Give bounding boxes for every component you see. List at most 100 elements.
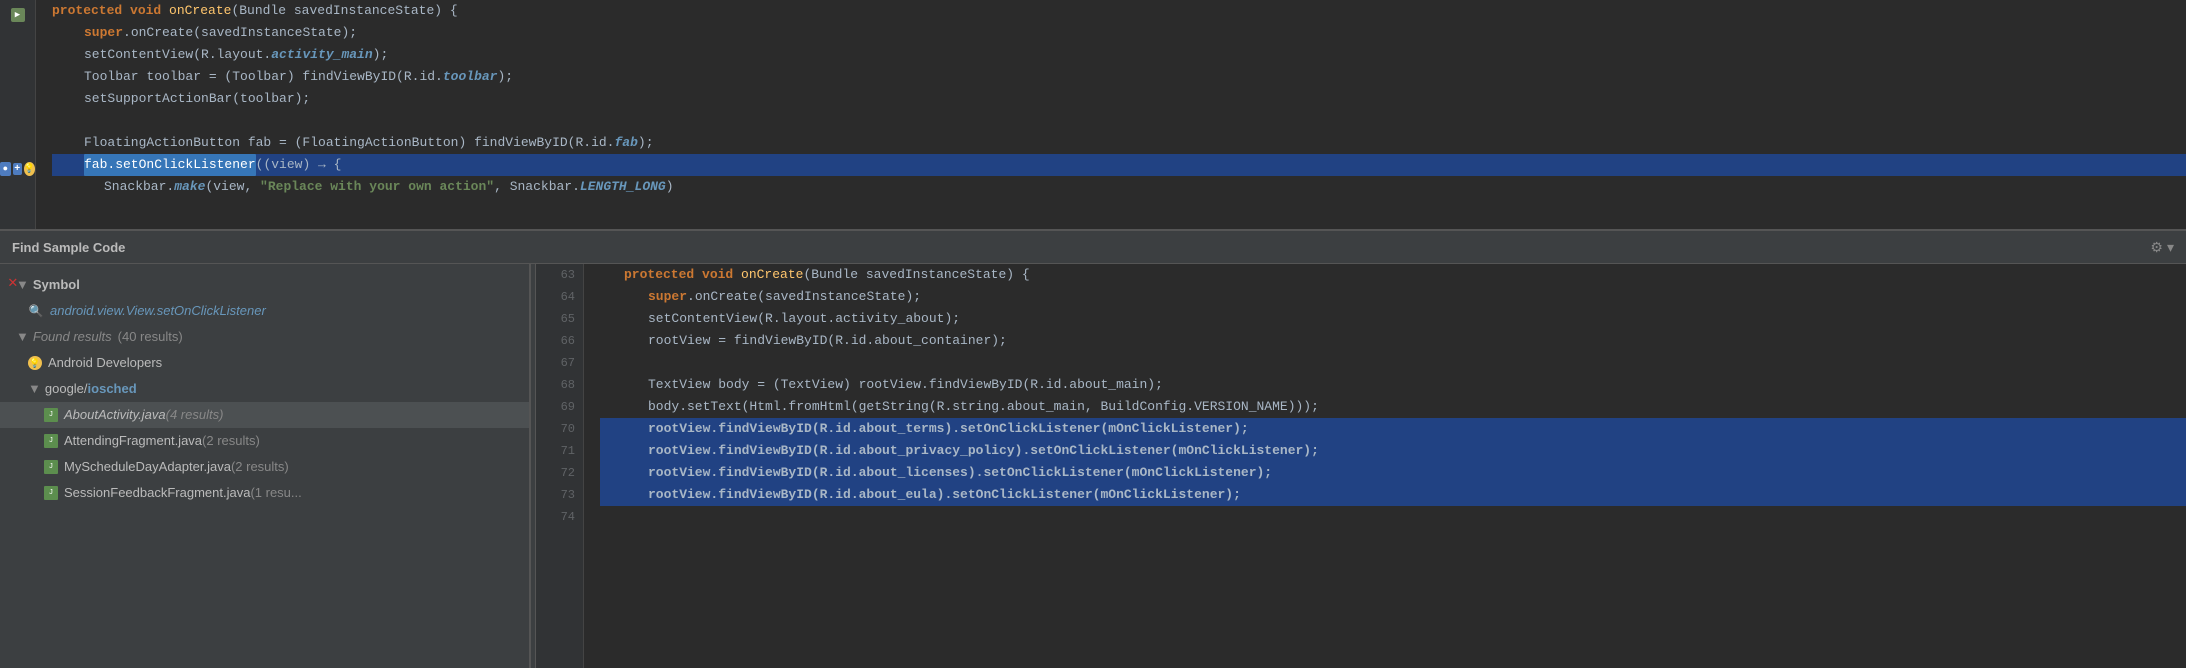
bottom-panel: ✕ ▼ Symbol 🔍 android.view.View.setOnClic…	[0, 264, 2186, 668]
code-panel-content: protected void onCreate(Bundle savedInst…	[584, 264, 2186, 668]
code-68: TextView body = (TextView) rootView.find…	[648, 374, 1163, 396]
code-71: rootView.findViewByID(R.id.about_privacy…	[648, 440, 1319, 462]
file-myschedule-adapter[interactable]: J MyScheduleDayAdapter.java (2 results)	[0, 454, 529, 480]
italic-toolbar: toolbar	[443, 66, 498, 88]
code-text: )	[666, 176, 674, 198]
code-line-7: fab.setOnClickListener((view) → {	[52, 154, 2186, 176]
panel-line-63: protected void onCreate(Bundle savedInst…	[600, 264, 2186, 286]
kw-super-64: super	[648, 286, 687, 308]
close-button[interactable]: ✕	[8, 272, 18, 292]
gear-dropdown-icon: ▾	[2167, 239, 2174, 256]
line-num-73: 73	[561, 484, 575, 506]
gear-icon: ⚙	[2150, 239, 2163, 256]
keyword-protected: protected	[52, 0, 130, 22]
code-panel: 63 64 65 66 67 68 69 70 71 72 73 74 prot…	[536, 264, 2186, 668]
add-icon[interactable]: +	[13, 163, 22, 175]
code-text: setSupportActionBar(toolbar);	[84, 88, 310, 110]
android-developers-row[interactable]: 💡 Android Developers	[0, 350, 529, 376]
gutter-icons: ▶ ● + 💡	[0, 0, 36, 229]
symbol-row: ▼ Symbol	[0, 272, 529, 298]
panel-line-74	[600, 506, 2186, 528]
file-attending-results: (2 results)	[202, 431, 260, 451]
file-about-activity[interactable]: J AboutActivity.java (4 results)	[0, 402, 529, 428]
code-text: Toolbar toolbar = (Toolbar) findViewByID…	[84, 66, 443, 88]
debug-icon: ▶	[11, 8, 25, 22]
code-text: setContentView(R.layout.	[84, 44, 271, 66]
gutter-icon-row-8	[0, 180, 35, 202]
code-text: );	[373, 44, 389, 66]
file-about-name: AboutActivity.java	[64, 405, 166, 425]
line-num-63: 63	[561, 264, 575, 286]
panel-line-72: rootView.findViewByID(R.id.about_license…	[600, 462, 2186, 484]
code-text: FloatingActionButton fab = (FloatingActi…	[84, 132, 615, 154]
line-num-64: 64	[561, 286, 575, 308]
file-icon-attending: J	[44, 434, 58, 448]
selected-method: fab.setOnClickListener	[84, 154, 256, 176]
gutter-icon-row-7: ● + 💡	[0, 158, 35, 180]
string-action: "Replace with your own action"	[260, 176, 494, 198]
code-line-1: super.onCreate(savedInstanceState);	[52, 22, 2186, 44]
file-attending-name: AttendingFragment.java	[64, 431, 202, 451]
code-65: setContentView(R.layout.activity_about);	[648, 308, 960, 330]
file-session-name: SessionFeedbackFragment.java	[64, 483, 250, 503]
panel-line-70: rootView.findViewByID(R.id.about_terms).…	[600, 418, 2186, 440]
gutter-icon-row-3	[0, 70, 35, 92]
bulb-icon[interactable]: 💡	[24, 162, 35, 176]
line-num-68: 68	[561, 374, 575, 396]
code-69: body.setText(Html.fromHtml(getString(R.s…	[648, 396, 1319, 418]
panel-line-64: super.onCreate(savedInstanceState);	[600, 286, 2186, 308]
italic-activity-main: activity_main	[271, 44, 372, 66]
file-session-feedback[interactable]: J SessionFeedbackFragment.java (1 resu..…	[0, 480, 529, 506]
code-panel-gutter: 63 64 65 66 67 68 69 70 71 72 73 74	[536, 264, 584, 668]
code-73: rootView.findViewByID(R.id.about_eula).s…	[648, 484, 1241, 506]
panel-line-73: rootView.findViewByID(R.id.about_eula).s…	[600, 484, 2186, 506]
gear-button[interactable]: ⚙ ▾	[2150, 239, 2174, 256]
code-line-5	[52, 110, 2186, 132]
line-num-67: 67	[561, 352, 575, 374]
code-text: ((view) → {	[256, 154, 342, 176]
method-oncreate: onCreate	[169, 0, 231, 22]
code-line-3: Toolbar toolbar = (Toolbar) findViewByID…	[52, 66, 2186, 88]
find-bar: Find Sample Code ⚙ ▾	[0, 230, 2186, 264]
code-text: (Bundle savedInstanceState) {	[231, 0, 457, 22]
code-text: Snackbar.	[104, 176, 174, 198]
gutter-icon-row-6	[0, 136, 35, 158]
code-text: );	[638, 132, 654, 154]
code-line-2: setContentView(R.layout.activity_main);	[52, 44, 2186, 66]
google-label: google/	[45, 379, 88, 399]
triangle-results: ▼	[16, 327, 29, 347]
kw-protected-63: protected	[624, 264, 702, 286]
panel-line-68: TextView body = (TextView) rootView.find…	[600, 374, 2186, 396]
google-iosched-row[interactable]: ▼ google/iosched	[0, 376, 529, 402]
line-num-66: 66	[561, 330, 575, 352]
find-bar-title: Find Sample Code	[12, 240, 125, 255]
file-attending-fragment[interactable]: J AttendingFragment.java (2 results)	[0, 428, 529, 454]
line-num-65: 65	[561, 308, 575, 330]
symbol-value: android.view.View.setOnClickListener	[50, 301, 266, 321]
italic-fab: fab	[615, 132, 638, 154]
android-developers-icon: 💡	[28, 356, 42, 370]
code-text: (view,	[205, 176, 260, 198]
line-num-69: 69	[561, 396, 575, 418]
panel-line-65: setContentView(R.layout.activity_about);	[600, 308, 2186, 330]
file-myschedule-results: (2 results)	[231, 457, 289, 477]
editor-area: ▶ ● + 💡 protected void onCreate(Bundle s…	[0, 0, 2186, 230]
file-myschedule-name: MyScheduleDayAdapter.java	[64, 457, 231, 477]
code-line-6: FloatingActionButton fab = (FloatingActi…	[52, 132, 2186, 154]
breakpoint-icon[interactable]: ●	[0, 162, 11, 176]
line-num-71: 71	[561, 440, 575, 462]
file-icon-session: J	[44, 486, 58, 500]
italic-length-long: LENGTH_LONG	[580, 176, 666, 198]
panel-line-66: rootView = findViewByID(R.id.about_conta…	[600, 330, 2186, 352]
keyword-void: void	[130, 0, 169, 22]
file-icon-about: J	[44, 408, 58, 422]
triangle-symbol: ▼	[16, 275, 29, 295]
file-session-results: (1 resu...	[250, 483, 301, 503]
code-line-0: protected void onCreate(Bundle savedInst…	[52, 0, 2186, 22]
code-72: rootView.findViewByID(R.id.about_license…	[648, 462, 1272, 484]
file-about-results: (4 results)	[166, 405, 224, 425]
found-results-row: ▼ Found results (40 results)	[0, 324, 529, 350]
triangle-google: ▼	[28, 379, 41, 399]
search-icon: 🔍	[28, 303, 44, 319]
gutter-icon-row-1	[0, 26, 35, 48]
